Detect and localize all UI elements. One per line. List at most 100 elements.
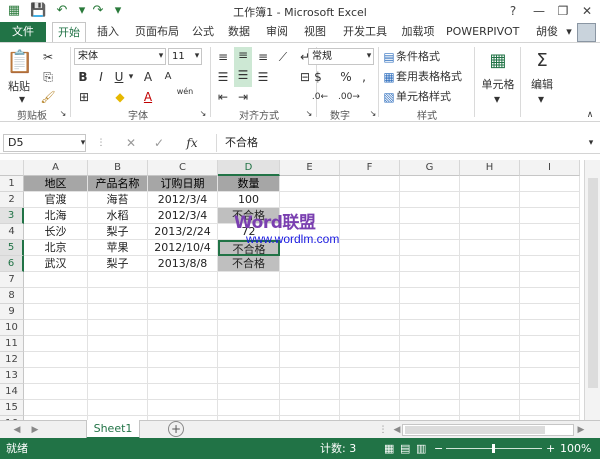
cell-g1[interactable] [400, 176, 460, 192]
cell-h10[interactable] [460, 320, 520, 336]
cell-g13[interactable] [400, 368, 460, 384]
cell-g14[interactable] [400, 384, 460, 400]
column-header-d[interactable]: D [218, 160, 280, 176]
cell-e9[interactable] [280, 304, 340, 320]
cell-e6[interactable] [280, 256, 340, 272]
format-painter-icon[interactable]: 🖌 [40, 89, 56, 105]
cell-h7[interactable] [460, 272, 520, 288]
cell-i10[interactable] [520, 320, 580, 336]
cond-format-button[interactable]: 条件格式 [396, 49, 452, 65]
cell-b14[interactable] [88, 384, 148, 400]
cell-c4[interactable]: 2013/2/24 [148, 224, 218, 240]
font-size-dropdown-icon[interactable]: ▾ [192, 48, 202, 64]
cell-i14[interactable] [520, 384, 580, 400]
tab-home[interactable]: 开始 [52, 22, 86, 43]
cell-b13[interactable] [88, 368, 148, 384]
vertical-scrollbar[interactable] [584, 160, 600, 420]
cell-f9[interactable] [340, 304, 400, 320]
cell-c10[interactable] [148, 320, 218, 336]
cell-c7[interactable] [148, 272, 218, 288]
tab-addins[interactable]: 加载项 [398, 22, 438, 42]
next-sheet-icon[interactable]: ▶ [28, 422, 42, 438]
cell-f15[interactable] [340, 400, 400, 416]
orientation-icon[interactable]: ⟋ [274, 49, 292, 65]
cell-i12[interactable] [520, 352, 580, 368]
cell-e14[interactable] [280, 384, 340, 400]
prev-sheet-icon[interactable]: ◀ [10, 422, 24, 438]
cell-g6[interactable] [400, 256, 460, 272]
row-header[interactable]: 11 [0, 336, 24, 352]
cut-icon[interactable]: ✂ [40, 49, 56, 65]
cell-i2[interactable] [520, 192, 580, 208]
cell-e12[interactable] [280, 352, 340, 368]
cell-h12[interactable] [460, 352, 520, 368]
zoom-level[interactable]: 100% [560, 438, 591, 459]
cell-a12[interactable] [24, 352, 88, 368]
cell-f13[interactable] [340, 368, 400, 384]
cell-i3[interactable] [520, 208, 580, 224]
cell-h3[interactable] [460, 208, 520, 224]
cell-g10[interactable] [400, 320, 460, 336]
cell-a14[interactable] [24, 384, 88, 400]
paste-dropdown-icon[interactable]: ▾ [17, 91, 27, 107]
cell-style-button[interactable]: 单元格样式 [396, 89, 462, 105]
decrease-decimal-icon[interactable]: .00→ [338, 89, 360, 105]
cell-g3[interactable] [400, 208, 460, 224]
cell-i1[interactable] [520, 176, 580, 192]
cell-f4[interactable] [340, 224, 400, 240]
cell-c2[interactable]: 2012/3/4 [148, 192, 218, 208]
horizontal-scrollbar[interactable] [402, 424, 574, 436]
row-header[interactable]: 7 [0, 272, 24, 288]
tab-file[interactable]: 文件 [0, 22, 46, 42]
select-all-corner[interactable] [0, 160, 24, 176]
tab-developer[interactable]: 开发工具 [340, 22, 390, 42]
cell-a15[interactable] [24, 400, 88, 416]
cell-d11[interactable] [218, 336, 280, 352]
name-box[interactable]: D5 [3, 134, 86, 152]
underline-icon[interactable]: U [112, 69, 126, 85]
cell-a8[interactable] [24, 288, 88, 304]
fill-color-icon[interactable]: ◆ [112, 89, 128, 105]
comma-icon[interactable]: , [356, 69, 372, 85]
cell-e11[interactable] [280, 336, 340, 352]
increase-decimal-icon[interactable]: .0← [310, 89, 330, 105]
cell-b3[interactable]: 水稻 [88, 208, 148, 224]
avatar[interactable] [577, 23, 596, 42]
cell-f8[interactable] [340, 288, 400, 304]
name-box-dropdown-icon[interactable]: ▾ [78, 135, 88, 151]
cell-f11[interactable] [340, 336, 400, 352]
cell-g11[interactable] [400, 336, 460, 352]
paste-icon[interactable]: 📋 [6, 49, 34, 77]
column-header-a[interactable]: A [24, 160, 88, 176]
sheet-tab-sheet1[interactable]: Sheet1 [86, 420, 140, 439]
cell-c14[interactable] [148, 384, 218, 400]
cell-i7[interactable] [520, 272, 580, 288]
cell-d8[interactable] [218, 288, 280, 304]
cell-b10[interactable] [88, 320, 148, 336]
zoom-in-icon[interactable]: + [546, 438, 555, 459]
cell-b1[interactable]: 产品名称 [88, 176, 148, 192]
align-bottom-icon[interactable]: ≡ [254, 49, 272, 65]
cell-c13[interactable] [148, 368, 218, 384]
cell-f2[interactable] [340, 192, 400, 208]
cell-a3[interactable]: 北海 [24, 208, 88, 224]
cell-c6[interactable]: 2013/8/8 [148, 256, 218, 272]
row-header[interactable]: 14 [0, 384, 24, 400]
border-icon[interactable]: ⊞ [76, 89, 92, 105]
tab-data[interactable]: 数据 [224, 22, 254, 42]
row-header[interactable]: 8 [0, 288, 24, 304]
cell-d6[interactable]: 不合格 [218, 256, 280, 272]
column-header-g[interactable]: G [400, 160, 460, 176]
cell-a9[interactable] [24, 304, 88, 320]
cell-i6[interactable] [520, 256, 580, 272]
cancel-entry-icon[interactable]: ✕ [124, 135, 138, 151]
cell-b4[interactable]: 梨子 [88, 224, 148, 240]
close-button[interactable]: ✕ [576, 2, 598, 20]
currency-icon[interactable]: $ [310, 69, 326, 85]
row-header[interactable]: 13 [0, 368, 24, 384]
cell-c1[interactable]: 订购日期 [148, 176, 218, 192]
cell-h9[interactable] [460, 304, 520, 320]
row-header[interactable]: 2 [0, 192, 24, 208]
cell-d12[interactable] [218, 352, 280, 368]
percent-icon[interactable]: % [338, 69, 354, 85]
